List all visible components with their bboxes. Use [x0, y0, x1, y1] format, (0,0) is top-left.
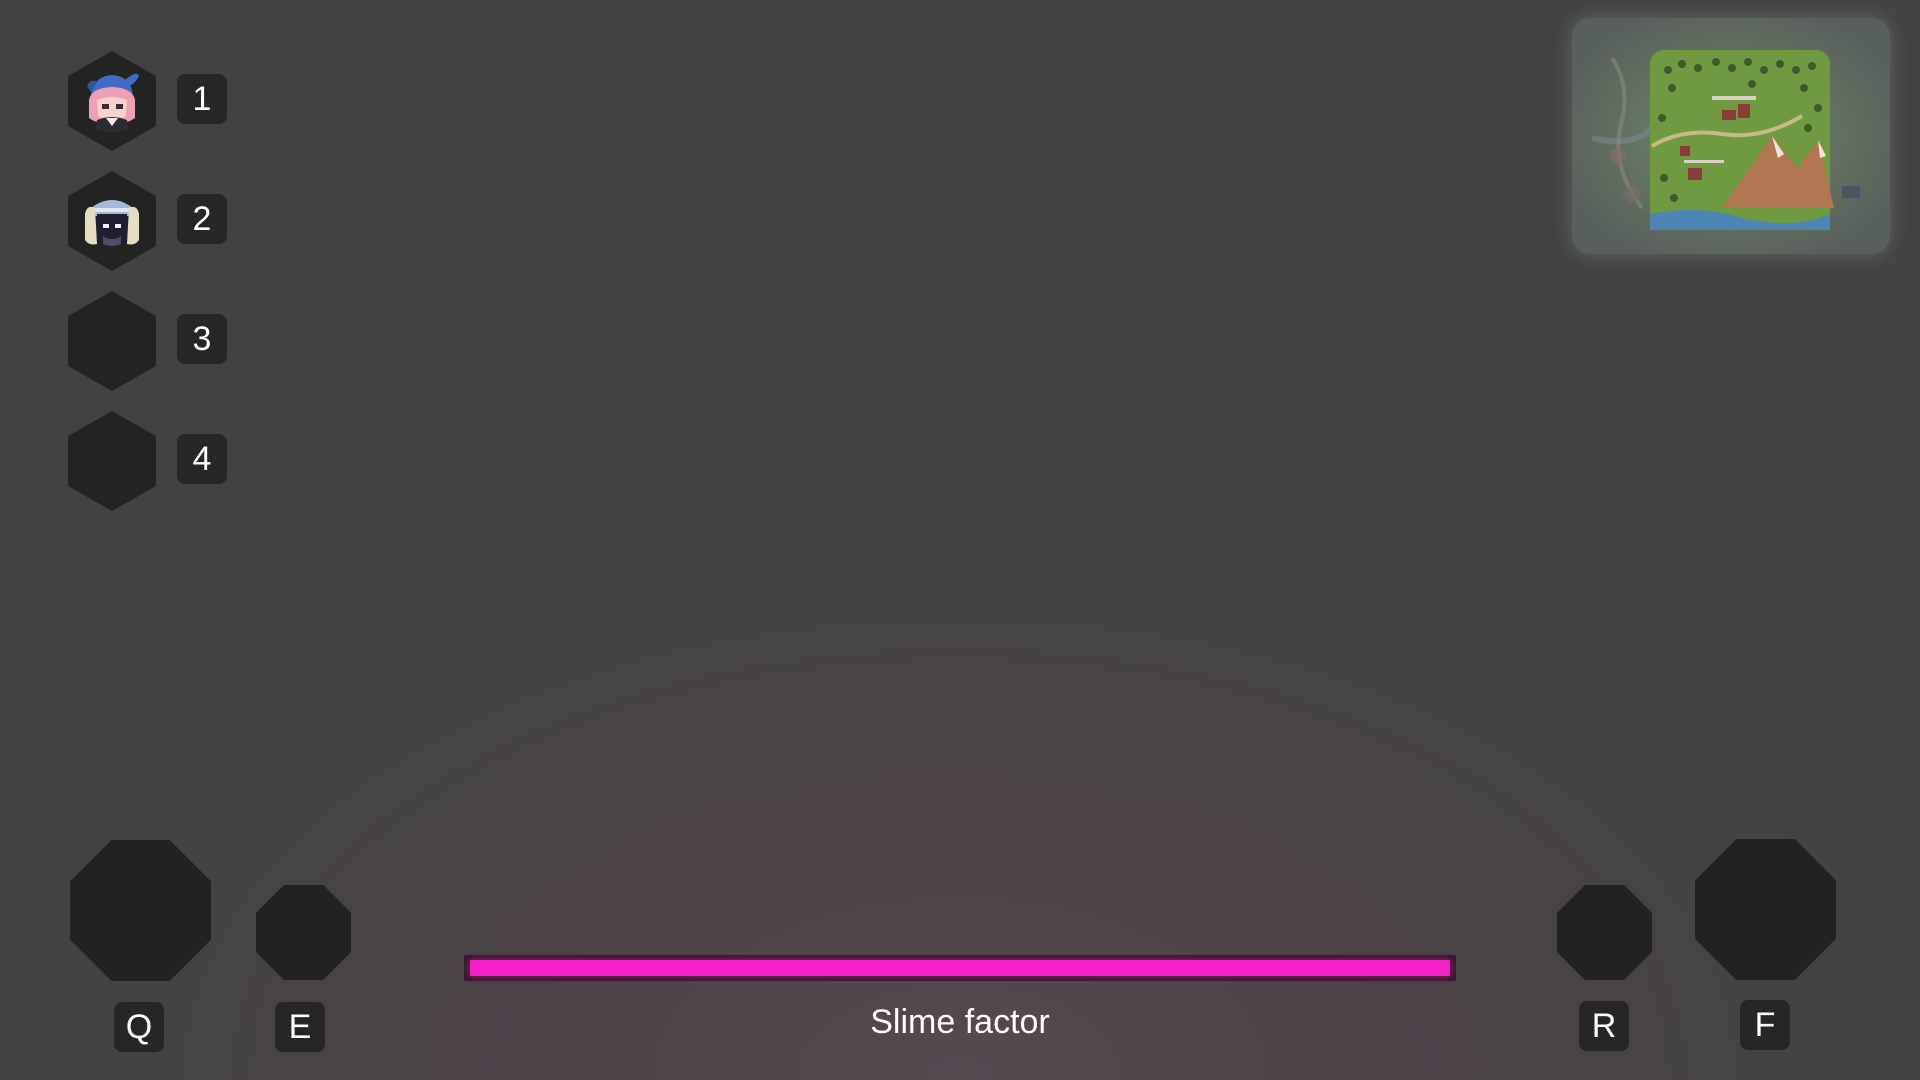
- pink-haired-character-portrait-icon: [87, 73, 139, 132]
- ability-slot-e[interactable]: [256, 885, 351, 980]
- ability-key-e: E: [275, 1002, 325, 1052]
- party-slot-4-key: 4: [177, 434, 227, 484]
- ability-slot-r[interactable]: [1557, 885, 1652, 980]
- ability-key-q: Q: [114, 1002, 164, 1052]
- world-map-icon: [1572, 18, 1890, 254]
- party-slot-3-key: 3: [177, 314, 227, 364]
- ability-slot-q[interactable]: [70, 840, 211, 981]
- slime-factor-bar: [464, 955, 1456, 981]
- ability-key-f: F: [1740, 1000, 1790, 1050]
- party-slot-2-key: 2: [177, 194, 227, 244]
- party-slot-2[interactable]: [68, 171, 156, 271]
- party-slot-1[interactable]: [68, 51, 156, 151]
- party-slot-4[interactable]: [68, 411, 156, 511]
- slime-factor-fill: [470, 960, 1450, 976]
- ability-key-r: R: [1579, 1001, 1629, 1051]
- ability-slot-f[interactable]: [1695, 839, 1836, 980]
- horned-helmet-character-portrait-icon: [85, 200, 139, 246]
- slime-factor-label: Slime factor: [870, 1003, 1050, 1041]
- party-slot-1-key: 1: [177, 74, 227, 124]
- minimap[interactable]: [1572, 18, 1890, 254]
- party-slot-3[interactable]: [68, 291, 156, 391]
